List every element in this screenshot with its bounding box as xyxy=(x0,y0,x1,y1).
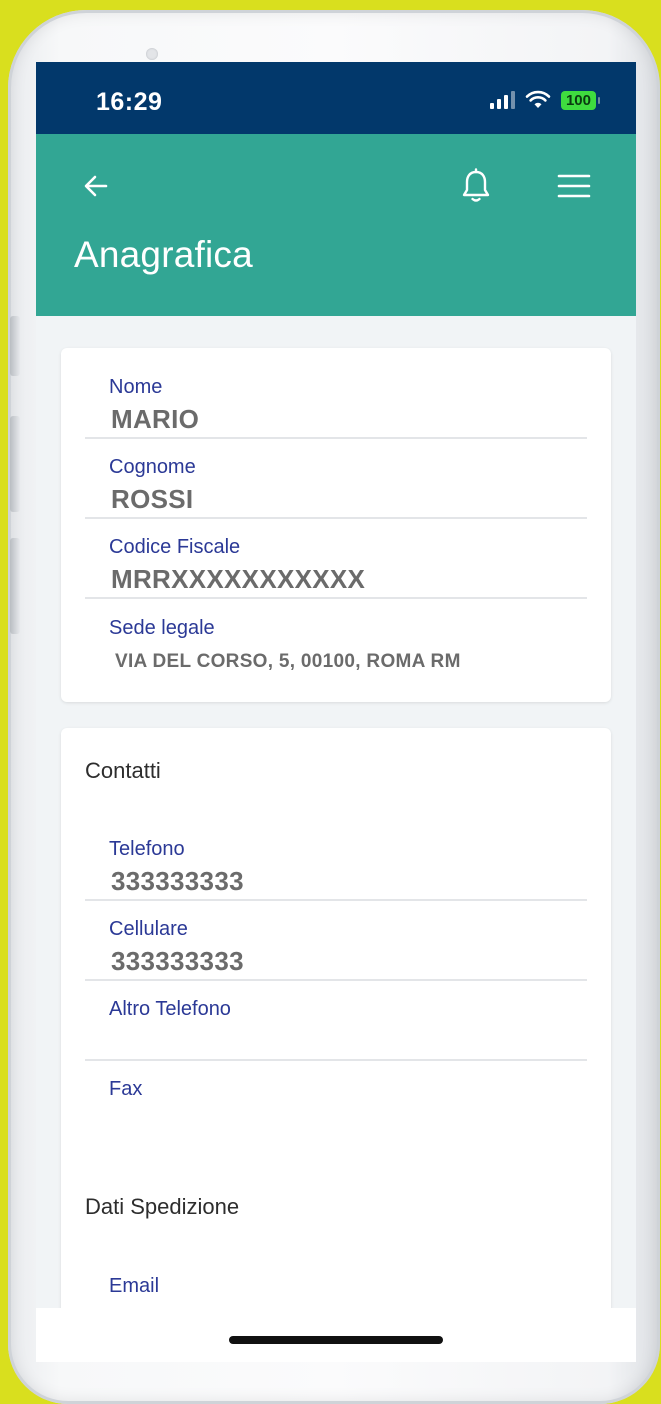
page-title: Anagrafica xyxy=(74,234,253,275)
field-label: Fax xyxy=(109,1078,143,1100)
divider xyxy=(85,899,587,901)
notifications-button[interactable] xyxy=(454,164,498,208)
divider xyxy=(85,517,587,519)
field-value: 333333333 xyxy=(111,946,244,976)
field-value: ROSSI xyxy=(111,484,194,514)
field-label: Email xyxy=(109,1275,160,1297)
contatti-card: Contatti Telefono 333333333 Cellulare 33… xyxy=(61,728,611,1362)
status-bar: 16:29 100 xyxy=(36,62,636,134)
section-title-contatti: Contatti xyxy=(85,758,161,783)
field-label: Cellulare xyxy=(109,918,188,940)
anagrafica-card: Nome MARIO Cognome ROSSI Codice Fiscale … xyxy=(61,348,611,702)
app-screen: 16:29 100 Anagrafica Nome MARIO Cognome … xyxy=(36,62,636,1362)
divider xyxy=(85,437,587,439)
divider xyxy=(85,597,587,599)
mute-switch xyxy=(10,316,20,376)
volume-up-button xyxy=(10,416,20,512)
arrow-left-icon xyxy=(84,175,108,197)
wifi-icon xyxy=(525,90,551,108)
hamburger-menu-icon xyxy=(557,174,591,198)
bell-icon xyxy=(462,168,490,202)
field-label: Cognome xyxy=(109,456,196,478)
section-title-spedizione: Dati Spedizione xyxy=(85,1194,240,1219)
status-time: 16:29 xyxy=(96,88,163,116)
field-label: Codice Fiscale xyxy=(109,536,241,558)
divider xyxy=(85,1059,587,1061)
app-header: Anagrafica xyxy=(36,134,636,316)
home-indicator[interactable] xyxy=(229,1336,443,1344)
field-value: MARIO xyxy=(111,404,200,434)
field-label: Telefono xyxy=(109,838,185,860)
back-button[interactable] xyxy=(74,164,118,208)
battery-indicator: 100 xyxy=(560,90,601,110)
volume-down-button xyxy=(10,538,20,634)
field-value: MRRXXXXXXXXXXX xyxy=(111,564,366,594)
cellular-signal-icon xyxy=(489,91,515,109)
field-label: Sede legale xyxy=(109,617,215,639)
field-value: VIA DEL CORSO, 5, 00100, ROMA RM xyxy=(115,651,461,672)
field-label: Altro Telefono xyxy=(109,998,231,1020)
field-label: Nome xyxy=(109,376,163,398)
home-indicator-area xyxy=(36,1308,636,1362)
field-value: 333333333 xyxy=(111,866,244,896)
divider xyxy=(85,979,587,981)
status-icons: 100 xyxy=(489,90,601,110)
menu-button[interactable] xyxy=(552,164,596,208)
camera-icon xyxy=(146,48,158,60)
